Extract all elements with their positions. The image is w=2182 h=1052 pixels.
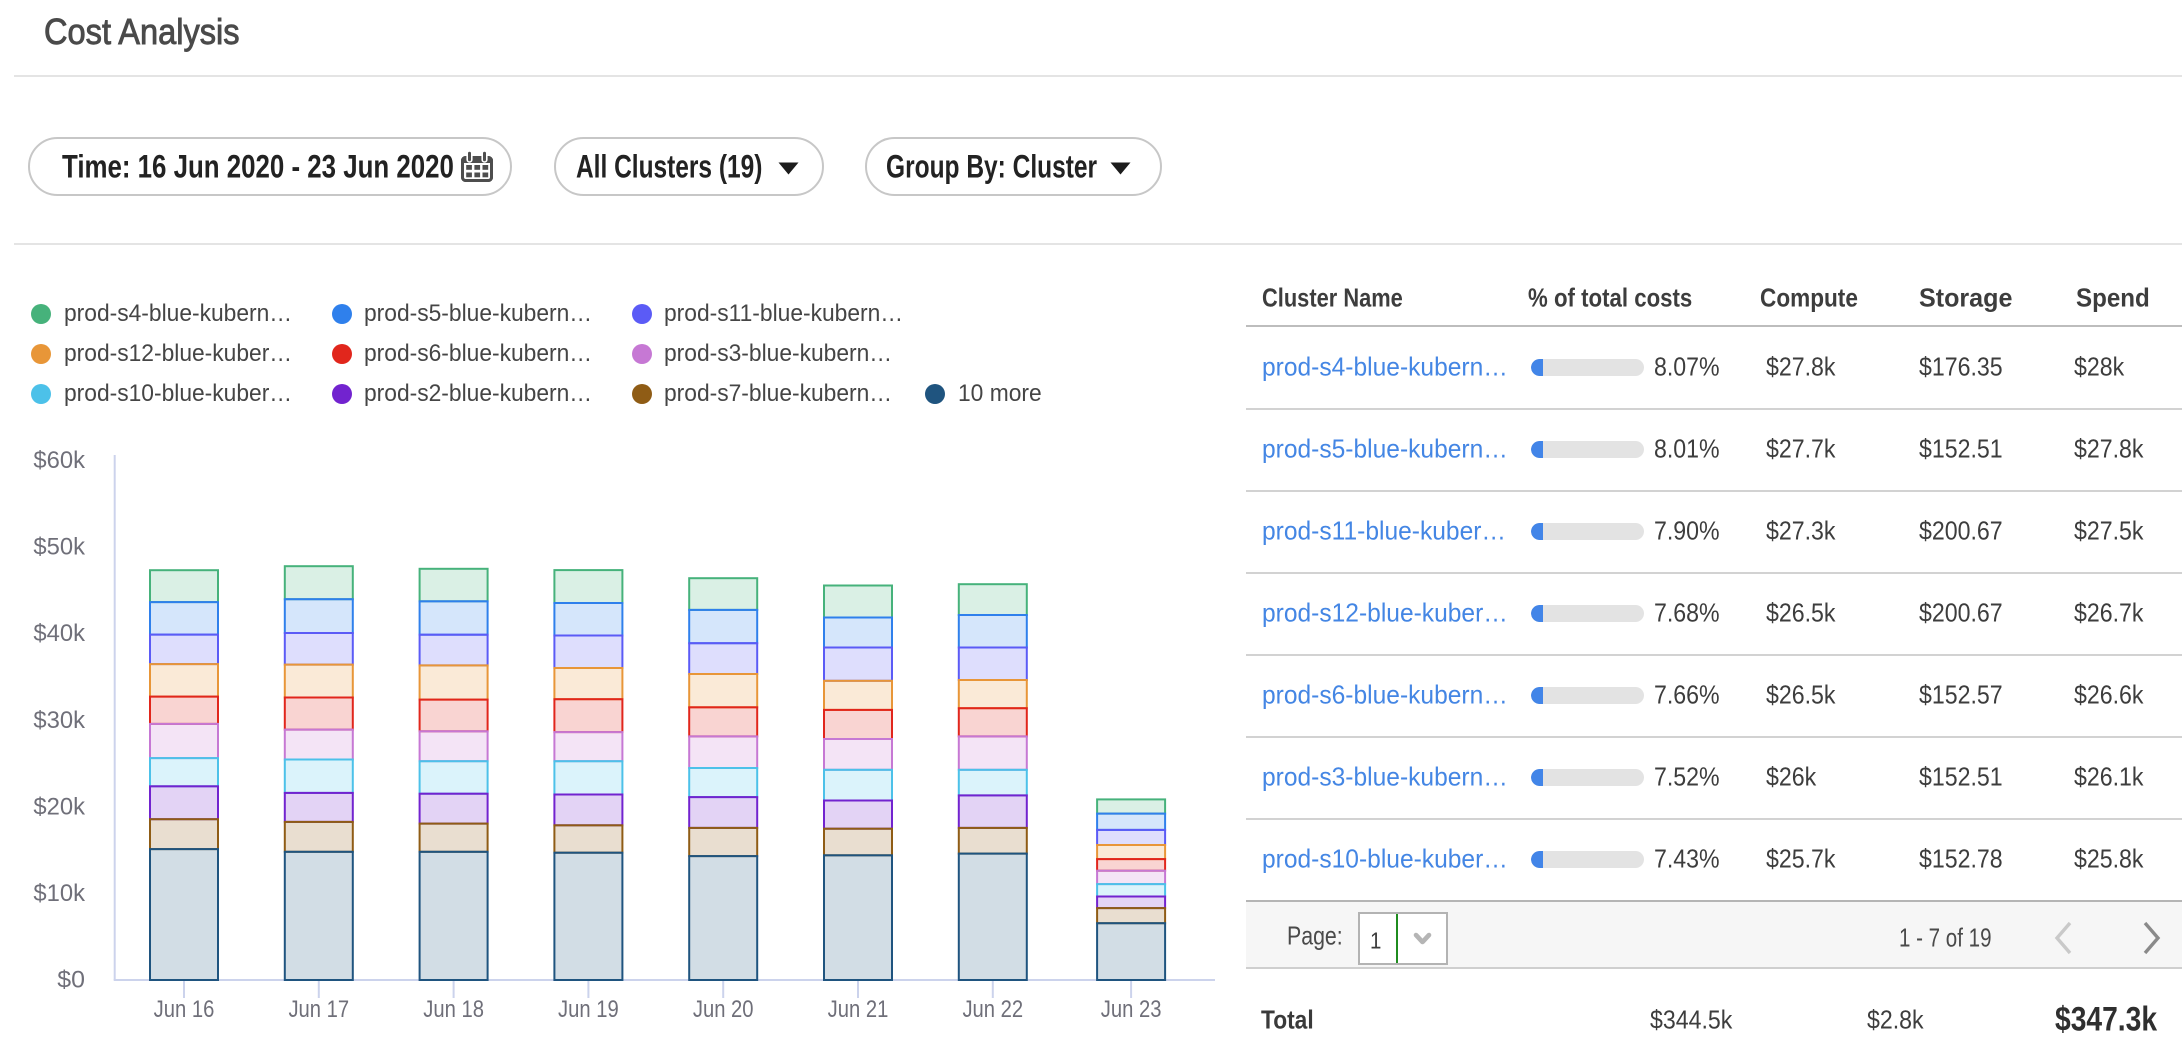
svg-text:Jun 22: Jun 22 — [962, 996, 1023, 1023]
svg-text:$10k: $10k — [33, 880, 86, 907]
svg-text:Jun 16: Jun 16 — [154, 996, 215, 1023]
svg-text:$60k: $60k — [33, 447, 86, 474]
svg-text:Jun 19: Jun 19 — [558, 996, 619, 1023]
svg-text:Jun 18: Jun 18 — [423, 996, 484, 1023]
svg-text:$50k: $50k — [33, 534, 86, 561]
svg-text:$30k: $30k — [33, 707, 86, 734]
svg-text:Jun 21: Jun 21 — [828, 996, 889, 1023]
svg-text:$40k: $40k — [33, 620, 86, 647]
svg-text:Jun 23: Jun 23 — [1101, 996, 1162, 1023]
svg-text:$20k: $20k — [33, 793, 86, 820]
svg-text:$0: $0 — [57, 967, 85, 994]
svg-text:Jun 17: Jun 17 — [288, 996, 349, 1023]
svg-text:Jun 20: Jun 20 — [693, 996, 754, 1023]
